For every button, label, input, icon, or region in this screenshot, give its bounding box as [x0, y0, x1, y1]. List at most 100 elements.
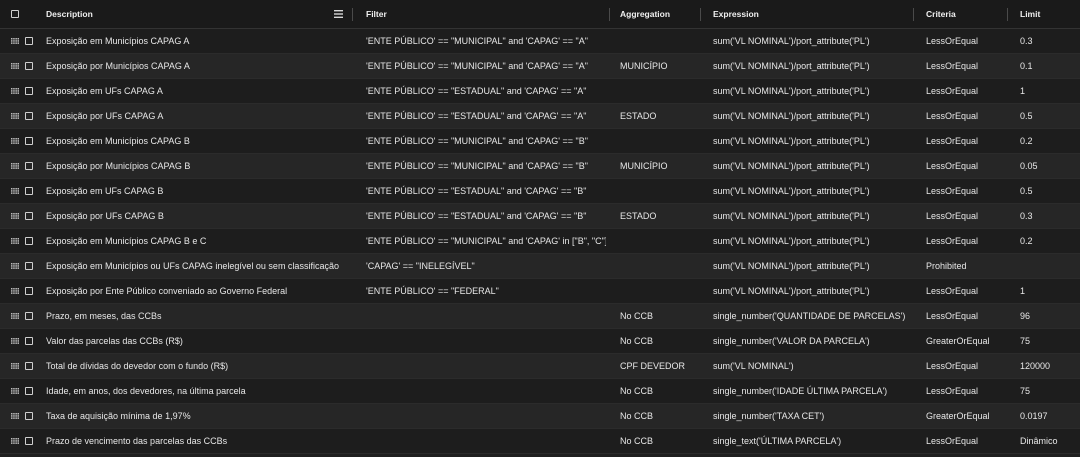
table-row[interactable]: Exposição por UFs CAPAG B 'ENTE PÚBLICO'… [0, 204, 1080, 229]
expression-cell: sum('VL NOMINAL')/port_attribute('PL') [713, 36, 870, 46]
limit-cell: 0.2 [1020, 236, 1033, 246]
table-row[interactable]: Exposição em UFs CAPAG A 'ENTE PÚBLICO' … [0, 79, 1080, 104]
limit-cell: 1 [1020, 286, 1026, 296]
header-expression[interactable]: Expression [713, 0, 913, 28]
limit-cell: 0.1 [1020, 61, 1033, 71]
row-checkbox[interactable] [25, 329, 43, 353]
drag-handle-icon[interactable] [6, 279, 24, 303]
aggregation-cell: No CCB [620, 411, 654, 421]
table-row[interactable]: Prazo, em meses, das CCBs No CCB single_… [0, 304, 1080, 329]
aggregation-cell: MUNICÍPIO [620, 61, 668, 71]
drag-handle-icon[interactable] [6, 129, 24, 153]
column-resize-handle[interactable] [913, 8, 914, 21]
checkbox-box[interactable] [25, 437, 33, 445]
table-row[interactable]: Exposição por Municípios CAPAG B 'ENTE P… [0, 154, 1080, 179]
table-row[interactable]: Exposição em Municípios CAPAG B 'ENTE PÚ… [0, 129, 1080, 154]
checkbox-box[interactable] [11, 10, 19, 18]
drag-handle-icon[interactable] [6, 429, 24, 453]
checkbox-box[interactable] [25, 312, 33, 320]
table-row[interactable]: Exposição por Municípios CAPAG A 'ENTE P… [0, 54, 1080, 79]
drag-handle-icon[interactable] [6, 204, 24, 228]
row-checkbox[interactable] [25, 79, 43, 103]
drag-handle-icon[interactable] [6, 329, 24, 353]
filter-cell: 'ENTE PÚBLICO' == "FEDERAL" [366, 286, 499, 296]
drag-handle-icon[interactable] [6, 179, 24, 203]
filter-cell [366, 379, 606, 403]
table-row[interactable]: Total de dívidas do devedor com o fundo … [0, 354, 1080, 379]
drag-handle-icon[interactable] [6, 79, 24, 103]
row-checkbox[interactable] [25, 179, 43, 203]
checkbox-box[interactable] [25, 87, 33, 95]
checkbox-box[interactable] [25, 287, 33, 295]
drag-handle-icon[interactable] [6, 54, 24, 78]
header-description[interactable]: Description [46, 0, 346, 28]
drag-handle-icon[interactable] [6, 379, 24, 403]
drag-handle-icon[interactable] [6, 304, 24, 328]
checkbox-box[interactable] [25, 37, 33, 45]
column-resize-handle[interactable] [352, 8, 353, 21]
table-row[interactable]: Exposição por Ente Público conveniado ao… [0, 279, 1080, 304]
checkbox-box[interactable] [25, 187, 33, 195]
row-checkbox[interactable] [25, 304, 43, 328]
checkbox-box[interactable] [25, 212, 33, 220]
table-row[interactable]: Valor das parcelas das CCBs (R$) No CCB … [0, 329, 1080, 354]
row-checkbox[interactable] [25, 429, 43, 453]
column-resize-handle[interactable] [700, 8, 701, 21]
drag-handle-icon[interactable] [6, 404, 24, 428]
checkbox-box[interactable] [25, 362, 33, 370]
table-row[interactable]: Prazo de vencimento das parcelas das CCB… [0, 429, 1080, 454]
drag-handle-icon[interactable] [6, 254, 24, 278]
checkbox-box[interactable] [25, 62, 33, 70]
limit-cell: 75 [1020, 386, 1031, 396]
table-row[interactable]: Exposição em Municípios CAPAG B e C 'ENT… [0, 229, 1080, 254]
checkbox-box[interactable] [25, 262, 33, 270]
row-checkbox[interactable] [25, 204, 43, 228]
filter-cell [366, 429, 606, 453]
row-checkbox[interactable] [25, 404, 43, 428]
header-criteria[interactable]: Criteria [926, 0, 1011, 28]
aggregation-cell: CPF DEVEDOR [620, 361, 686, 371]
checkbox-box[interactable] [25, 412, 33, 420]
row-checkbox[interactable] [25, 104, 43, 128]
row-checkbox[interactable] [25, 254, 43, 278]
table-row[interactable]: Taxa de aquisição mínima de 1,97% No CCB… [0, 404, 1080, 429]
expression-cell: single_number('IDADE ÚLTIMA PARCELA') [713, 386, 888, 396]
table-row[interactable]: Exposição por UFs CAPAG A 'ENTE PÚBLICO'… [0, 104, 1080, 129]
expression-cell: single_number('QUANTIDADE DE PARCELAS') [713, 311, 906, 321]
table-row[interactable]: Exposição em UFs CAPAG B 'ENTE PÚBLICO' … [0, 179, 1080, 204]
header-aggregation[interactable]: Aggregation [620, 0, 705, 28]
row-checkbox[interactable] [25, 154, 43, 178]
drag-handle-icon[interactable] [6, 29, 24, 53]
checkbox-box[interactable] [25, 137, 33, 145]
checkbox-box[interactable] [25, 337, 33, 345]
table-row[interactable]: Idade, em anos, dos devedores, na última… [0, 379, 1080, 404]
header-filter[interactable]: Filter [366, 0, 606, 28]
row-checkbox[interactable] [25, 29, 43, 53]
description-cell: Taxa de aquisição mínima de 1,97% [46, 411, 191, 421]
table-row[interactable]: Exposição em Municípios ou UFs CAPAG ine… [0, 254, 1080, 279]
filter-cell: 'ENTE PÚBLICO' == "MUNICIPAL" and 'CAPAG… [366, 61, 588, 71]
drag-handle-icon[interactable] [6, 154, 24, 178]
criteria-cell: LessOrEqual [926, 111, 979, 121]
row-checkbox[interactable] [25, 129, 43, 153]
checkbox-box[interactable] [25, 112, 33, 120]
row-checkbox[interactable] [25, 379, 43, 403]
header-limit[interactable]: Limit [1020, 0, 1080, 28]
drag-handle-icon[interactable] [6, 229, 24, 253]
column-resize-handle[interactable] [609, 8, 610, 21]
aggregation-cell: No CCB [620, 336, 654, 346]
row-checkbox[interactable] [25, 229, 43, 253]
row-checkbox[interactable] [25, 354, 43, 378]
checkbox-box[interactable] [25, 237, 33, 245]
checkbox-box[interactable] [25, 387, 33, 395]
expression-cell: single_text('ÚLTIMA PARCELA') [713, 436, 842, 446]
column-resize-handle[interactable] [1007, 8, 1008, 21]
select-all-checkbox[interactable] [11, 0, 29, 28]
row-checkbox[interactable] [25, 54, 43, 78]
column-menu-icon[interactable] [331, 0, 345, 28]
table-row[interactable]: Exposição em Municípios CAPAG A 'ENTE PÚ… [0, 29, 1080, 54]
checkbox-box[interactable] [25, 162, 33, 170]
row-checkbox[interactable] [25, 279, 43, 303]
drag-handle-icon[interactable] [6, 104, 24, 128]
drag-handle-icon[interactable] [6, 354, 24, 378]
